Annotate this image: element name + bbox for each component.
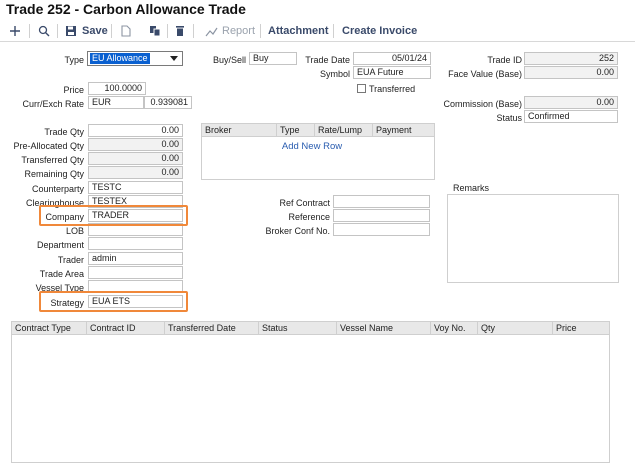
contracts-col-qty[interactable]: Qty	[478, 322, 553, 334]
ref-contract-label: Ref Contract	[279, 198, 330, 208]
pre-allocated-qty-field: 0.00	[88, 138, 183, 151]
search-icon[interactable]	[38, 21, 50, 41]
broker-col-payment[interactable]: Payment	[373, 124, 423, 136]
broker-conf-label: Broker Conf No.	[265, 226, 330, 236]
company-highlight	[39, 205, 188, 226]
broker-grid: Broker Type Rate/Lump Payment Add New Ro…	[201, 123, 435, 180]
broker-col-broker[interactable]: Broker	[202, 124, 277, 136]
save-icon	[66, 26, 76, 36]
chart-icon	[205, 27, 218, 37]
trade-date-field[interactable]: 05/01/24	[353, 52, 431, 65]
lob-label: LOB	[65, 226, 84, 236]
transferred-checkbox[interactable]	[357, 84, 366, 93]
type-label: Type	[64, 55, 84, 65]
commission-label: Commission (Base)	[443, 99, 522, 109]
exchange-rate-field[interactable]: 0.939081	[144, 96, 192, 109]
contracts-col-vessel-name[interactable]: Vessel Name	[337, 322, 431, 334]
delete-icon[interactable]	[175, 21, 185, 41]
contracts-col-contract-type[interactable]: Contract Type	[12, 322, 87, 334]
save-label: Save	[82, 25, 108, 37]
copy-icon[interactable]	[149, 21, 161, 41]
report-button[interactable]: Report	[205, 21, 255, 41]
contracts-col-contract-id[interactable]: Contract ID	[87, 322, 165, 334]
broker-col-rate-lump[interactable]: Rate/Lump	[315, 124, 373, 136]
department-field[interactable]	[88, 237, 183, 250]
contracts-grid-header: Contract Type Contract ID Transferred Da…	[12, 322, 609, 335]
face-value-label: Face Value (Base)	[448, 69, 522, 79]
broker-grid-header: Broker Type Rate/Lump Payment	[202, 124, 434, 137]
strategy-highlight	[39, 291, 188, 312]
pre-allocated-qty-label: Pre-Allocated Qty	[13, 141, 84, 151]
add-icon[interactable]	[9, 21, 21, 41]
transferred-qty-label: Transferred Qty	[21, 155, 84, 165]
trader-label: Trader	[57, 255, 84, 265]
currency-field[interactable]: EUR	[88, 96, 144, 109]
remaining-qty-field: 0.00	[88, 166, 183, 179]
contracts-grid: Contract Type Contract ID Transferred Da…	[11, 321, 610, 463]
toolbar: Save Report Attachment Create Invoice	[0, 21, 635, 42]
contracts-col-transferred-date[interactable]: Transferred Date	[165, 322, 259, 334]
broker-conf-field[interactable]	[333, 223, 430, 236]
reference-field[interactable]	[333, 209, 430, 222]
remarks-label: Remarks	[453, 183, 490, 193]
curr-exch-label: Curr/Exch Rate	[22, 99, 84, 109]
price-label: Price	[63, 85, 84, 95]
counterparty-label: Counterparty	[31, 184, 84, 194]
remarks-textarea[interactable]	[447, 194, 619, 283]
transferred-qty-field: 0.00	[88, 152, 183, 165]
document-icon[interactable]	[121, 21, 131, 41]
buysell-field[interactable]: Buy	[249, 52, 297, 65]
price-field[interactable]: 100.0000	[88, 82, 146, 95]
trade-date-label: Trade Date	[305, 55, 350, 65]
contracts-col-voy-no[interactable]: Voy No.	[431, 322, 478, 334]
status-field[interactable]: Confirmed	[524, 110, 618, 123]
counterparty-field[interactable]: TESTC	[88, 181, 183, 194]
face-value-field: 0.00	[524, 66, 618, 79]
trade-area-field[interactable]	[88, 266, 183, 279]
trade-area-label: Trade Area	[39, 269, 84, 279]
contracts-col-price[interactable]: Price	[553, 322, 609, 334]
ref-contract-field[interactable]	[333, 195, 430, 208]
reference-label: Reference	[288, 212, 330, 222]
page-title: Trade 252 - Carbon Allowance Trade	[6, 1, 246, 17]
chevron-down-icon	[170, 56, 178, 61]
broker-col-type[interactable]: Type	[277, 124, 315, 136]
department-label: Department	[36, 240, 84, 250]
type-select-value: EU Allowance	[90, 53, 150, 64]
remaining-qty-label: Remaining Qty	[24, 169, 84, 179]
add-new-row-link[interactable]: Add New Row	[202, 141, 422, 152]
trade-qty-field[interactable]: 0.00	[88, 124, 183, 137]
type-select[interactable]: EU Allowance	[87, 51, 183, 66]
create-invoice-button[interactable]: Create Invoice	[342, 21, 417, 41]
trade-qty-label: Trade Qty	[44, 127, 84, 137]
report-label: Report	[222, 25, 256, 37]
status-label: Status	[496, 113, 522, 123]
save-button[interactable]: Save	[65, 21, 108, 41]
trade-id-field: 252	[524, 52, 618, 65]
attachment-button[interactable]: Attachment	[268, 21, 329, 41]
symbol-label: Symbol	[319, 69, 350, 79]
commission-field: 0.00	[524, 96, 618, 109]
transferred-label: Transferred	[369, 84, 416, 94]
buysell-label: Buy/Sell	[212, 55, 246, 65]
trade-id-label: Trade ID	[487, 55, 522, 65]
symbol-field[interactable]: EUA Future	[353, 66, 431, 79]
trader-field[interactable]: admin	[88, 252, 183, 265]
contracts-col-status[interactable]: Status	[259, 322, 337, 334]
